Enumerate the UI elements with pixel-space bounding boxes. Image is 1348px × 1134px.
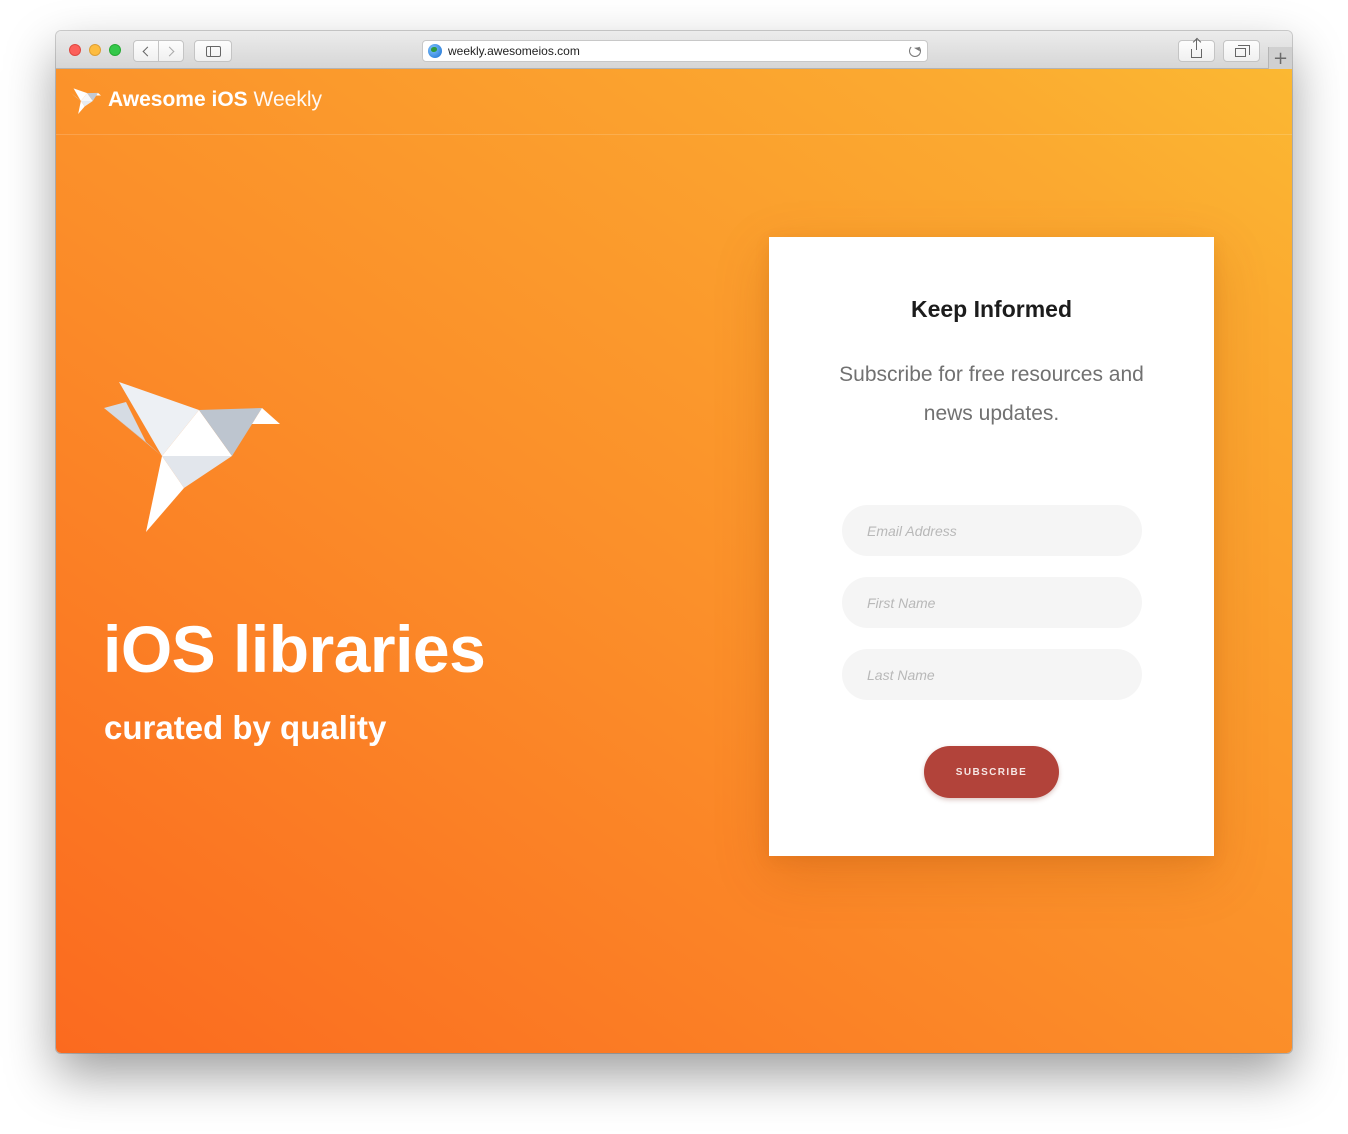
zoom-window-button[interactable] <box>109 44 121 56</box>
card-description: Subscribe for free resources and news up… <box>839 363 1144 425</box>
globe-icon <box>428 44 442 58</box>
close-window-button[interactable] <box>69 44 81 56</box>
browser-toolbar: weekly.awesomeios.com + <box>56 31 1292 69</box>
minimize-window-button[interactable] <box>89 44 101 56</box>
show-tabs-button[interactable] <box>1223 40 1260 62</box>
share-button[interactable] <box>1178 39 1215 62</box>
first-name-field[interactable] <box>842 577 1142 628</box>
subscribe-card: Keep Informed Subscribe for free resourc… <box>769 237 1214 856</box>
hero-origami-bird-icon <box>104 382 280 532</box>
browser-window: weekly.awesomeios.com + Awesome iOS Week… <box>56 31 1292 1053</box>
reload-icon[interactable] <box>909 45 921 57</box>
site-navbar: Awesome iOS Weekly <box>56 69 1292 135</box>
share-icon <box>1191 39 1202 58</box>
email-field[interactable] <box>842 505 1142 556</box>
card-title: Keep Informed <box>910 296 1073 322</box>
tabs-icon <box>1234 45 1250 57</box>
back-chevron-icon <box>142 46 153 56</box>
forward-button[interactable] <box>158 40 184 62</box>
new-tab-button[interactable]: + <box>1268 47 1292 69</box>
brand-name[interactable]: Awesome iOS Weekly <box>108 88 322 112</box>
origami-bird-logo-icon[interactable] <box>71 88 101 114</box>
hero-subtitle: curated by quality <box>104 709 387 746</box>
page-content: Awesome iOS Weekly iOS libraries curated… <box>56 69 1292 1053</box>
sidebar-icon <box>205 45 221 57</box>
back-button[interactable] <box>133 40 159 62</box>
last-name-field[interactable] <box>842 649 1142 700</box>
url-text: weekly.awesomeios.com <box>448 44 580 58</box>
hero-title: iOS libraries <box>103 612 486 686</box>
forward-chevron-icon <box>164 46 175 56</box>
brand-name-bold: Awesome iOS <box>108 88 248 111</box>
brand-name-light: Weekly <box>253 88 322 111</box>
sidebar-toggle-button[interactable] <box>194 40 232 62</box>
address-bar[interactable]: weekly.awesomeios.com <box>422 40 928 62</box>
subscribe-button[interactable]: SUBSCRIBE <box>924 746 1059 798</box>
